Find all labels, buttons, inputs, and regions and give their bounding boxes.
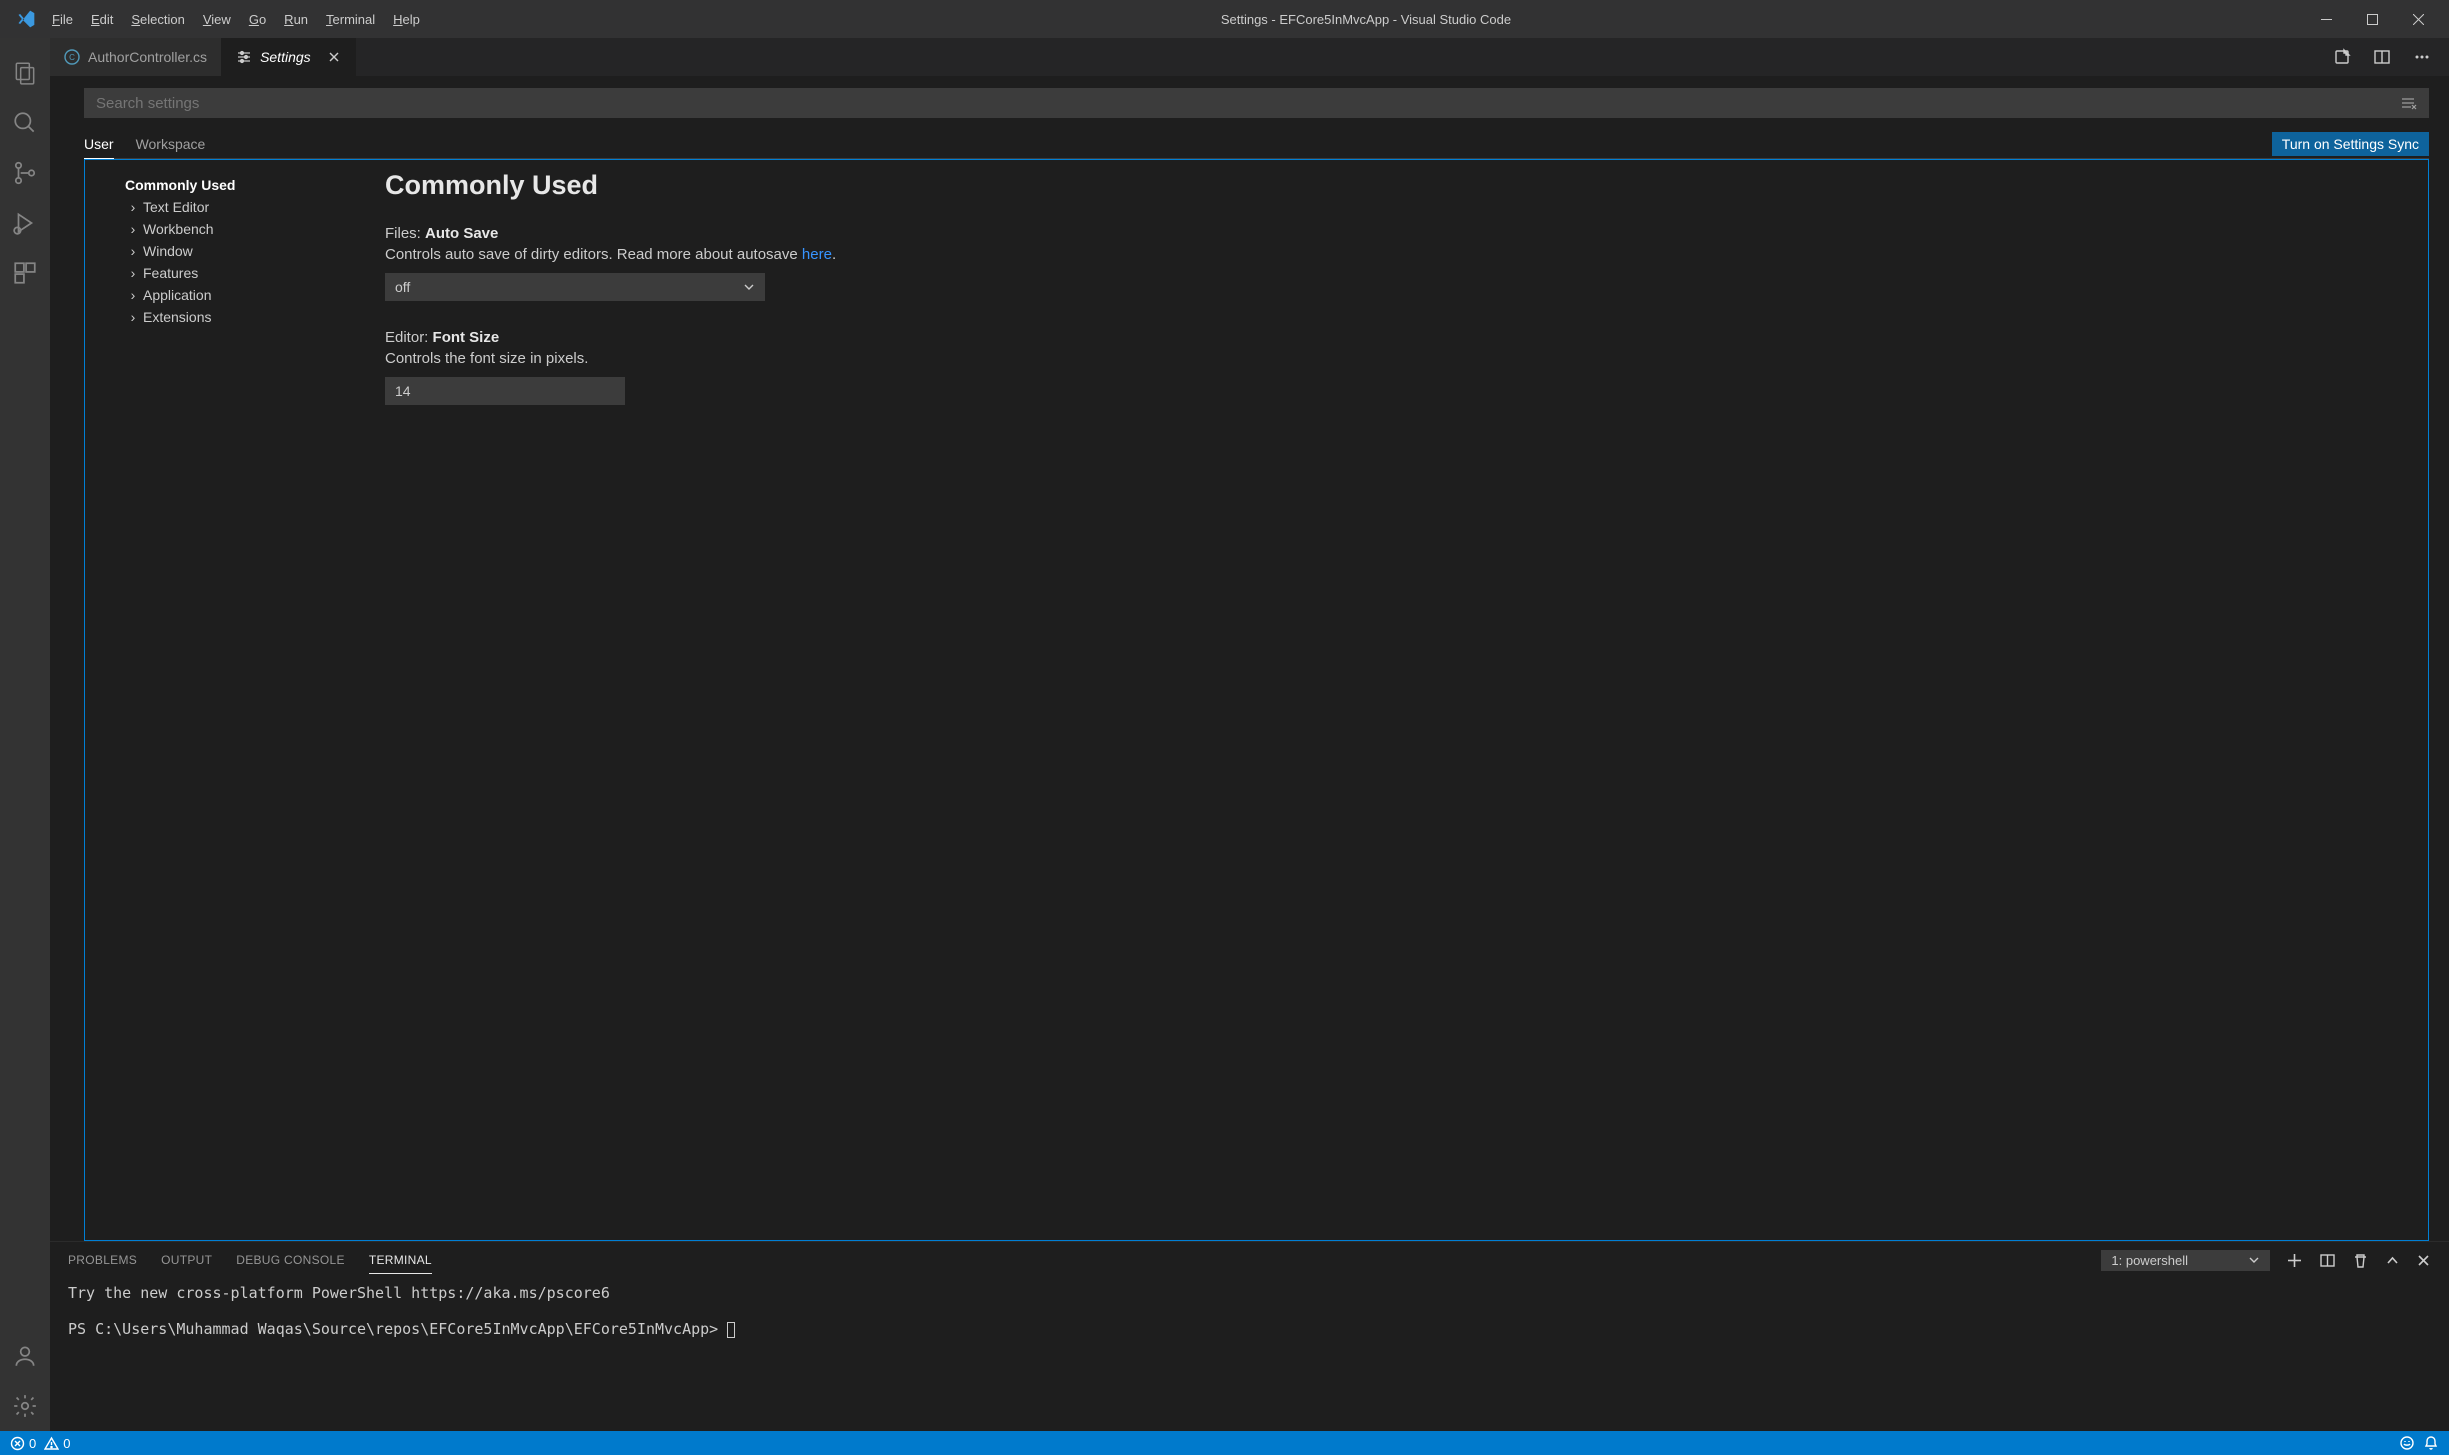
terminal-selector[interactable]: 1: powershell <box>2101 1250 2270 1271</box>
fontsize-input[interactable] <box>385 377 625 405</box>
minimize-button[interactable] <box>2303 0 2349 38</box>
menu-edit[interactable]: Edit <box>82 12 122 27</box>
tab-settings[interactable]: Settings <box>222 38 356 76</box>
chevron-right-icon: › <box>125 287 141 303</box>
scope-user[interactable]: User <box>84 130 114 159</box>
vscode-logo-icon <box>8 9 43 29</box>
activity-bar <box>0 38 50 1431</box>
title-bar: File Edit Selection View Go Run Terminal… <box>0 0 2449 38</box>
setting-title: Files: Auto Save <box>385 225 2408 242</box>
autosave-link[interactable]: here <box>802 246 832 263</box>
window-title: Settings - EFCore5InMvcApp - Visual Stud… <box>429 12 2303 27</box>
settings-gear-icon[interactable] <box>0 1381 50 1431</box>
warning-icon <box>44 1436 59 1451</box>
new-terminal-icon[interactable] <box>2286 1252 2303 1269</box>
tree-features[interactable]: ›Features <box>125 262 365 284</box>
scope-workspace[interactable]: Workspace <box>136 130 206 158</box>
settings-tab-icon <box>236 49 252 65</box>
autosave-select[interactable]: off <box>385 273 765 301</box>
extensions-icon[interactable] <box>0 248 50 298</box>
chevron-down-icon <box>2248 1254 2260 1266</box>
status-errors[interactable]: 0 <box>10 1436 36 1451</box>
tree-window[interactable]: ›Window <box>125 240 365 262</box>
csharp-file-icon: C <box>64 49 80 65</box>
menu-help[interactable]: Help <box>384 12 429 27</box>
source-control-icon[interactable] <box>0 148 50 198</box>
panel-tab-terminal[interactable]: TERMINAL <box>369 1253 432 1274</box>
setting-description: Controls auto save of dirty editors. Rea… <box>385 246 2408 263</box>
split-editor-icon[interactable] <box>2369 44 2395 70</box>
open-settings-json-icon[interactable] <box>2329 44 2355 70</box>
settings-scope-tabs: User Workspace Turn on Settings Sync <box>84 130 2429 159</box>
menu-run[interactable]: Run <box>275 12 317 27</box>
settings-search[interactable] <box>84 88 2429 118</box>
more-actions-icon[interactable] <box>2409 44 2435 70</box>
setting-autosave: Files: Auto Save Controls auto save of d… <box>385 225 2408 301</box>
svg-text:C: C <box>69 53 75 62</box>
settings-heading: Commonly Used <box>385 170 2408 201</box>
close-tab-icon[interactable] <box>327 50 341 64</box>
settings-sync-button[interactable]: Turn on Settings Sync <box>2272 132 2429 156</box>
tree-extensions[interactable]: ›Extensions <box>125 306 365 328</box>
menu-selection[interactable]: Selection <box>122 12 193 27</box>
cursor <box>727 1322 735 1338</box>
explorer-icon[interactable] <box>0 48 50 98</box>
maximize-panel-icon[interactable] <box>2385 1253 2400 1268</box>
tree-application[interactable]: ›Application <box>125 284 365 306</box>
tab-authorcontroller[interactable]: C AuthorController.cs <box>50 38 222 76</box>
settings-list: Commonly Used Files: Auto Save Controls … <box>365 160 2428 1240</box>
tree-commonly-used[interactable]: Commonly Used <box>125 174 365 196</box>
status-bell-icon[interactable] <box>2423 1435 2439 1451</box>
settings-editor: User Workspace Turn on Settings Sync Com… <box>50 76 2449 1241</box>
chevron-right-icon: › <box>125 199 141 215</box>
chevron-right-icon: › <box>125 221 141 237</box>
status-warnings[interactable]: 0 <box>44 1436 70 1451</box>
menu-terminal[interactable]: Terminal <box>317 12 384 27</box>
clear-search-icon[interactable] <box>2399 94 2417 112</box>
menu-file[interactable]: File <box>43 12 82 27</box>
status-feedback-icon[interactable] <box>2399 1435 2415 1451</box>
menu-bar: File Edit Selection View Go Run Terminal… <box>43 12 429 27</box>
setting-fontsize: Editor: Font Size Controls the font size… <box>385 329 2408 405</box>
setting-description: Controls the font size in pixels. <box>385 350 2408 367</box>
close-window-button[interactable] <box>2395 0 2441 38</box>
tab-label: Settings <box>260 49 311 65</box>
status-bar: 0 0 <box>0 1431 2449 1455</box>
chevron-right-icon: › <box>125 243 141 259</box>
panel-tabs: PROBLEMS OUTPUT DEBUG CONSOLE TERMINAL 1… <box>50 1242 2449 1278</box>
panel-tab-debug[interactable]: DEBUG CONSOLE <box>236 1253 345 1267</box>
editor-actions <box>2329 38 2449 76</box>
panel-tab-problems[interactable]: PROBLEMS <box>68 1253 137 1267</box>
close-panel-icon[interactable] <box>2416 1253 2431 1268</box>
error-icon <box>10 1436 25 1451</box>
settings-tree: Commonly Used ›Text Editor ›Workbench ›W… <box>85 160 365 1240</box>
tree-text-editor[interactable]: ›Text Editor <box>125 196 365 218</box>
chevron-right-icon: › <box>125 265 141 281</box>
chevron-right-icon: › <box>125 309 141 325</box>
menu-go[interactable]: Go <box>240 12 275 27</box>
chevron-down-icon <box>743 281 755 293</box>
editor-tabs: C AuthorController.cs Settings <box>50 38 2449 76</box>
maximize-button[interactable] <box>2349 0 2395 38</box>
panel-tab-output[interactable]: OUTPUT <box>161 1253 212 1267</box>
tree-workbench[interactable]: ›Workbench <box>125 218 365 240</box>
menu-view[interactable]: View <box>194 12 240 27</box>
kill-terminal-icon[interactable] <box>2352 1252 2369 1269</box>
account-icon[interactable] <box>0 1331 50 1381</box>
select-value: off <box>395 279 410 295</box>
bottom-panel: PROBLEMS OUTPUT DEBUG CONSOLE TERMINAL 1… <box>50 1241 2449 1431</box>
settings-search-input[interactable] <box>96 95 2399 112</box>
search-icon[interactable] <box>0 98 50 148</box>
split-terminal-icon[interactable] <box>2319 1252 2336 1269</box>
tab-label: AuthorController.cs <box>88 49 207 65</box>
window-controls <box>2303 0 2441 38</box>
debug-icon[interactable] <box>0 198 50 248</box>
setting-title: Editor: Font Size <box>385 329 2408 346</box>
terminal-output[interactable]: Try the new cross-platform PowerShell ht… <box>50 1278 2449 1431</box>
